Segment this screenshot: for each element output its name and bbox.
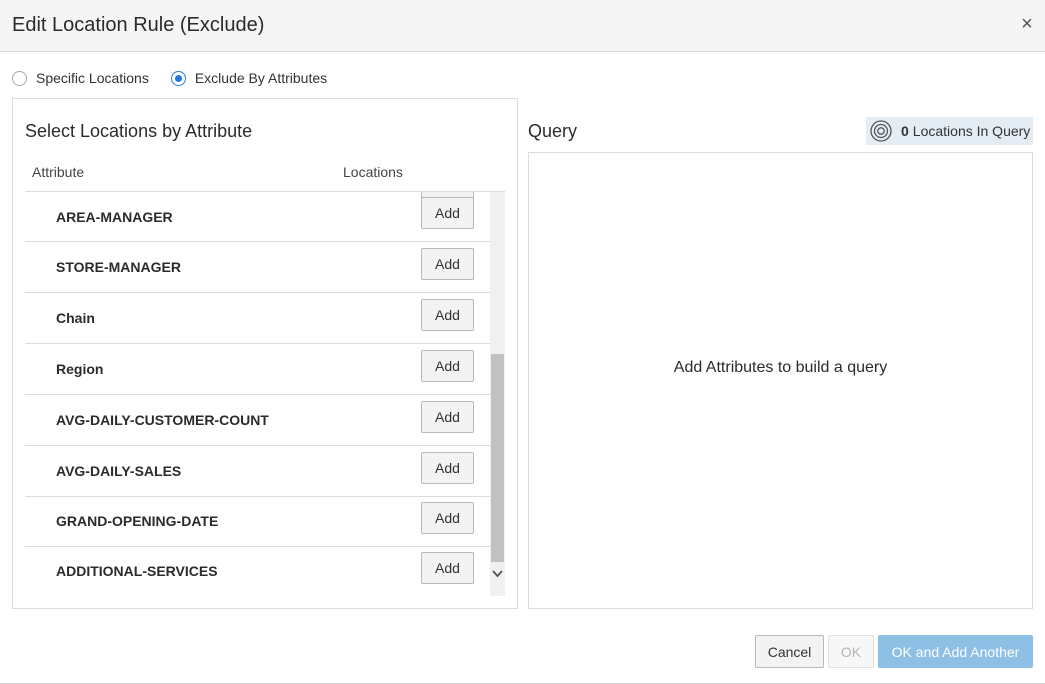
scrollbar-thumb[interactable] <box>491 354 504 562</box>
mode-radio-group: Specific Locations Exclude By Attributes <box>12 68 349 88</box>
add-button[interactable]: Add <box>421 552 474 584</box>
add-button[interactable]: Add <box>421 299 474 331</box>
dialog-footer: Cancel OK OK and Add Another <box>0 620 1045 684</box>
add-button[interactable]: Add <box>421 350 474 382</box>
table-row: Region Add <box>25 344 490 395</box>
dialog-header: Edit Location Rule (Exclude) × <box>0 0 1045 52</box>
panel-title: Select Locations by Attribute <box>25 121 253 141</box>
table-row: STORE-MANAGER Add <box>25 242 490 293</box>
attribute-name: STORE-MANAGER <box>56 259 181 275</box>
cancel-button[interactable]: Cancel <box>755 635 824 668</box>
radio-button-icon[interactable] <box>12 70 27 86</box>
add-button[interactable]: Add <box>421 197 474 229</box>
attribute-name: AVG-DAILY-CUSTOMER-COUNT <box>56 412 269 428</box>
column-header-attribute: Attribute <box>32 164 85 180</box>
attribute-name: AVG-DAILY-SALES <box>56 463 182 479</box>
add-button[interactable]: Add <box>421 401 474 433</box>
dialog-title: Edit Location Rule (Exclude) <box>12 14 265 36</box>
locations-count-badge: 0 Locations In Query <box>866 117 1033 145</box>
attribute-name: ADDITIONAL-SERVICES <box>56 563 218 579</box>
radio-label: Exclude By Attributes <box>194 70 328 86</box>
locations-count-label: Locations In Query <box>912 123 1031 139</box>
query-title: Query <box>528 121 578 141</box>
table-row: Chain Add <box>25 293 490 344</box>
attribute-name: Chain <box>56 310 95 326</box>
table-row: ADDITIONAL-SERVICES Add <box>25 546 490 596</box>
target-icon <box>870 120 892 142</box>
scrollbar[interactable] <box>490 192 505 596</box>
column-header-locations: Locations <box>343 164 403 180</box>
query-area: Add Attributes to build a query <box>528 152 1033 609</box>
radio-exclude-by-attributes[interactable]: Exclude By Attributes <box>170 70 328 86</box>
add-button[interactable]: Add <box>421 248 474 280</box>
close-icon[interactable]: × <box>1019 14 1035 34</box>
attribute-list: AREA-MANAGER Add STORE-MANAGER Add Chain… <box>25 192 490 596</box>
radio-specific-locations[interactable]: Specific Locations <box>12 70 149 86</box>
locations-count: 0 <box>901 123 909 139</box>
query-empty-message: Add Attributes to build a query <box>673 359 888 376</box>
table-row: AVG-DAILY-CUSTOMER-COUNT Add <box>25 395 490 446</box>
table-row: AVG-DAILY-SALES Add <box>25 446 490 497</box>
attribute-name: AREA-MANAGER <box>56 209 173 225</box>
chevron-down-icon[interactable] <box>491 566 504 582</box>
add-button[interactable]: Add <box>421 452 474 484</box>
attribute-name: Region <box>56 361 104 377</box>
table-row: GRAND-OPENING-DATE Add <box>25 496 490 547</box>
attributes-panel: Select Locations by Attribute Attribute … <box>12 98 518 609</box>
ok-button[interactable]: OK <box>828 635 874 668</box>
ok-and-add-another-button[interactable]: OK and Add Another <box>878 635 1033 668</box>
attribute-name: GRAND-OPENING-DATE <box>56 513 219 529</box>
radio-label: Specific Locations <box>36 70 149 86</box>
add-button[interactable]: Add <box>421 502 474 534</box>
radio-button-checked-icon[interactable] <box>170 70 186 86</box>
table-row: AREA-MANAGER Add <box>25 192 490 242</box>
